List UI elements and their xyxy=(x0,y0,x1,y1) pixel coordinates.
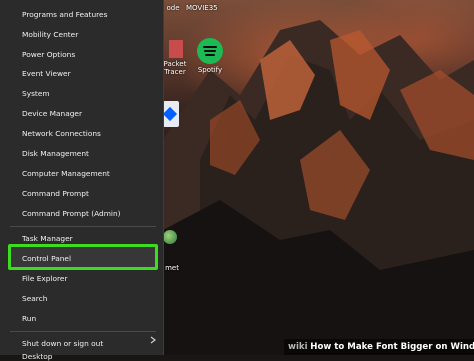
menu-item-mobility-center[interactable]: Mobility Center xyxy=(22,30,78,39)
app-icon xyxy=(169,40,183,58)
dropbox-icon xyxy=(162,101,179,127)
menu-item-system[interactable]: System xyxy=(22,89,50,98)
menu-separator xyxy=(10,226,156,227)
menu-separator xyxy=(10,331,156,332)
menu-item-power-options[interactable]: Power Options xyxy=(22,50,75,59)
spotify-icon xyxy=(197,38,223,64)
globe-icon xyxy=(163,230,177,244)
menu-item-desktop[interactable]: Desktop xyxy=(22,352,52,361)
desktop-icon-label: Tracer xyxy=(164,68,186,76)
desktop-icon-globe[interactable]: met xyxy=(163,230,181,272)
menu-item-control-panel[interactable]: Control Panel xyxy=(22,254,71,263)
wikihow-logo: wiki xyxy=(288,342,308,352)
desktop-icon-label: Spotify xyxy=(197,66,223,74)
menu-item-disk-management[interactable]: Disk Management xyxy=(22,149,89,158)
menu-item-computer-management[interactable]: Computer Management xyxy=(22,169,110,178)
menu-item-task-manager[interactable]: Task Manager xyxy=(22,234,73,243)
menu-item-shut-down-or-sign-out[interactable]: Shut down or sign out xyxy=(22,339,103,348)
winx-context-menu: Programs and Features Mobility Center Po… xyxy=(0,0,164,361)
desktop-icon-label-partial: MOVIE35 xyxy=(186,4,218,12)
desktop-icon-dropbox[interactable] xyxy=(162,101,181,127)
menu-item-network-connections[interactable]: Network Connections xyxy=(22,129,101,138)
desktop-icon-packet-tracer[interactable]: Packet Tracer xyxy=(163,40,187,76)
menu-item-command-prompt-admin[interactable]: Command Prompt (Admin) xyxy=(22,209,121,218)
desktop-icon-spotify[interactable]: Spotify xyxy=(195,38,225,74)
article-title: How to Make Font Bigger on Windows xyxy=(310,342,474,352)
menu-item-run[interactable]: Run xyxy=(22,314,36,323)
menu-item-event-viewer[interactable]: Event Viewer xyxy=(22,69,71,78)
menu-item-command-prompt[interactable]: Command Prompt xyxy=(22,189,89,198)
menu-item-file-explorer[interactable]: File Explorer xyxy=(22,274,68,283)
chevron-right-icon xyxy=(150,336,156,344)
menu-item-search[interactable]: Search xyxy=(22,294,47,303)
menu-item-device-manager[interactable]: Device Manager xyxy=(22,109,82,118)
desktop-icon-label: Packet xyxy=(163,60,187,68)
desktop-icon-label: met xyxy=(165,264,179,272)
desktop-icon-label-partial: ode xyxy=(166,4,180,12)
menu-item-programs-and-features[interactable]: Programs and Features xyxy=(22,10,107,19)
wikihow-watermark: wiki How to Make Font Bigger on Windows xyxy=(284,339,474,355)
